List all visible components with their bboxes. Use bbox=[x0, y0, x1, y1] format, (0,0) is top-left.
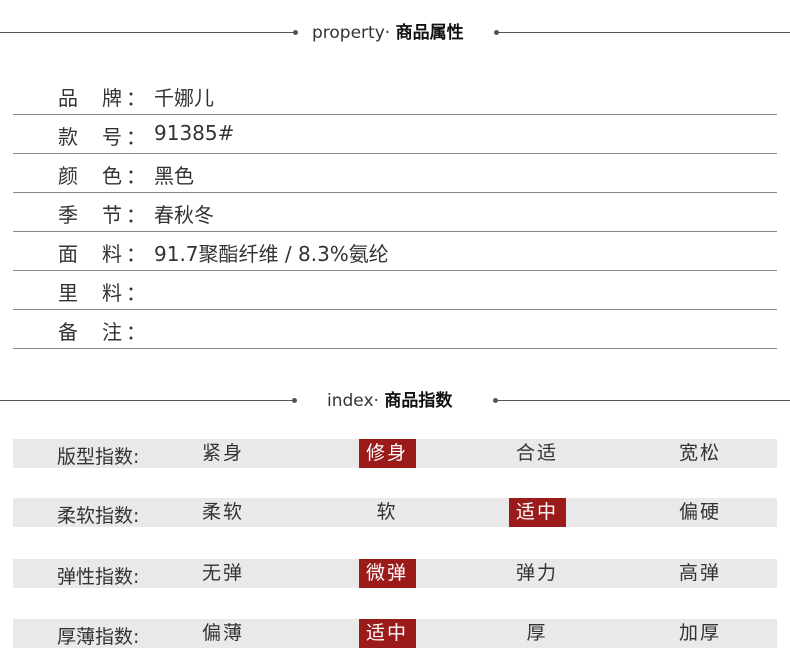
header-rule-right bbox=[496, 32, 790, 33]
property-label-char-1: 面 bbox=[58, 242, 78, 266]
property-label-colon: ： bbox=[126, 164, 146, 188]
index-option-selected: 适中 bbox=[358, 619, 416, 648]
index-label: 弹性指数: bbox=[57, 566, 140, 588]
property-label-colon: ： bbox=[126, 281, 146, 305]
index-option: 加厚 bbox=[678, 622, 721, 644]
property-row: 颜色：黑色 bbox=[13, 154, 777, 193]
property-title-cn: 商品属性 bbox=[395, 23, 464, 43]
property-value: 千娜儿 bbox=[154, 86, 214, 110]
header-rule-left bbox=[0, 400, 294, 401]
property-value: 91385# bbox=[154, 121, 235, 145]
property-value: 春秋冬 bbox=[154, 203, 214, 227]
property-label-colon: ： bbox=[126, 242, 146, 266]
property-label: 季节： bbox=[58, 199, 148, 228]
header-rule-right bbox=[496, 400, 790, 401]
property-label: 品牌： bbox=[58, 82, 148, 111]
property-row: 里料： bbox=[13, 271, 777, 310]
property-label-colon: ： bbox=[126, 320, 146, 344]
property-label-char-1: 品 bbox=[58, 86, 78, 110]
header-dot-left bbox=[292, 398, 297, 403]
property-label-char-1: 里 bbox=[58, 281, 78, 305]
header-rule-left bbox=[0, 32, 295, 33]
index-title-cn: 商品指数 bbox=[384, 391, 453, 411]
index-option: 柔软 bbox=[201, 501, 244, 523]
property-label-char-2: 色 bbox=[102, 164, 122, 188]
property-row: 面料： 91.7聚酯纤维 / 8.3%氨纶 bbox=[13, 232, 777, 271]
index-option-selected: 适中 bbox=[508, 498, 566, 527]
index-option: 弹力 bbox=[515, 562, 558, 584]
property-row: 品牌：千娜儿 bbox=[13, 76, 777, 115]
index-option-selected: 修身 bbox=[358, 439, 416, 468]
property-label-colon: ： bbox=[126, 125, 146, 149]
property-label-char-2: 牌 bbox=[102, 86, 122, 110]
header-dot-left bbox=[293, 30, 298, 35]
property-row: 季节：春秋冬 bbox=[13, 193, 777, 232]
property-label-char-2: 料 bbox=[102, 281, 122, 305]
property-section-title: property· 商品属性 bbox=[312, 21, 464, 45]
index-option: 无弹 bbox=[201, 562, 244, 584]
index-title-en: index· bbox=[327, 391, 379, 411]
property-label-colon: ： bbox=[126, 203, 146, 227]
index-label: 柔软指数: bbox=[57, 505, 140, 527]
property-label-char-2: 料 bbox=[102, 242, 122, 266]
property-value: 91.7聚酯纤维 / 8.3%氨纶 bbox=[154, 242, 389, 266]
index-option-selected: 微弹 bbox=[358, 559, 416, 588]
index-row: 弹性指数: 无弹 微弹 弹力 高弹 bbox=[13, 559, 777, 588]
index-label: 厚薄指数: bbox=[57, 626, 140, 648]
property-label-colon: ： bbox=[126, 86, 146, 110]
index-option: 紧身 bbox=[201, 442, 244, 464]
property-title-en: property· bbox=[312, 23, 391, 43]
index-row: 柔软指数: 柔软 软 适中 偏硬 bbox=[13, 498, 777, 527]
index-label: 版型指数: bbox=[57, 446, 140, 468]
index-option: 宽松 bbox=[678, 442, 721, 464]
property-row: 款号： 91385# bbox=[13, 115, 777, 154]
property-label-char-1: 季 bbox=[58, 203, 78, 227]
property-label: 里料： bbox=[58, 277, 148, 306]
property-label: 颜色： bbox=[58, 160, 148, 189]
index-section-title: index· 商品指数 bbox=[327, 389, 452, 413]
property-label: 备注： bbox=[58, 316, 148, 345]
property-value: 黑色 bbox=[154, 164, 194, 188]
index-row: 版型指数: 紧身 修身 合适 宽松 bbox=[13, 439, 777, 468]
index-option: 厚 bbox=[526, 622, 548, 644]
property-label-char-1: 颜 bbox=[58, 164, 78, 188]
property-label-char-1: 备 bbox=[58, 320, 78, 344]
property-label-char-2: 节 bbox=[102, 203, 122, 227]
index-option: 偏薄 bbox=[201, 622, 244, 644]
property-section-header: property· 商品属性 bbox=[0, 21, 790, 45]
property-label: 款号： bbox=[58, 121, 148, 150]
property-label-char-2: 号 bbox=[102, 125, 122, 149]
property-label-char-2: 注 bbox=[102, 320, 122, 344]
property-row: 备注： bbox=[13, 310, 777, 349]
index-option: 软 bbox=[376, 501, 398, 523]
index-row: 厚薄指数: 偏薄 适中 厚 加厚 bbox=[13, 619, 777, 648]
index-section-header: index· 商品指数 bbox=[0, 389, 790, 413]
index-option: 高弹 bbox=[678, 562, 721, 584]
index-option: 偏硬 bbox=[678, 501, 721, 523]
property-label: 面料： bbox=[58, 238, 148, 267]
property-label-char-1: 款 bbox=[58, 125, 78, 149]
index-option: 合适 bbox=[515, 442, 558, 464]
